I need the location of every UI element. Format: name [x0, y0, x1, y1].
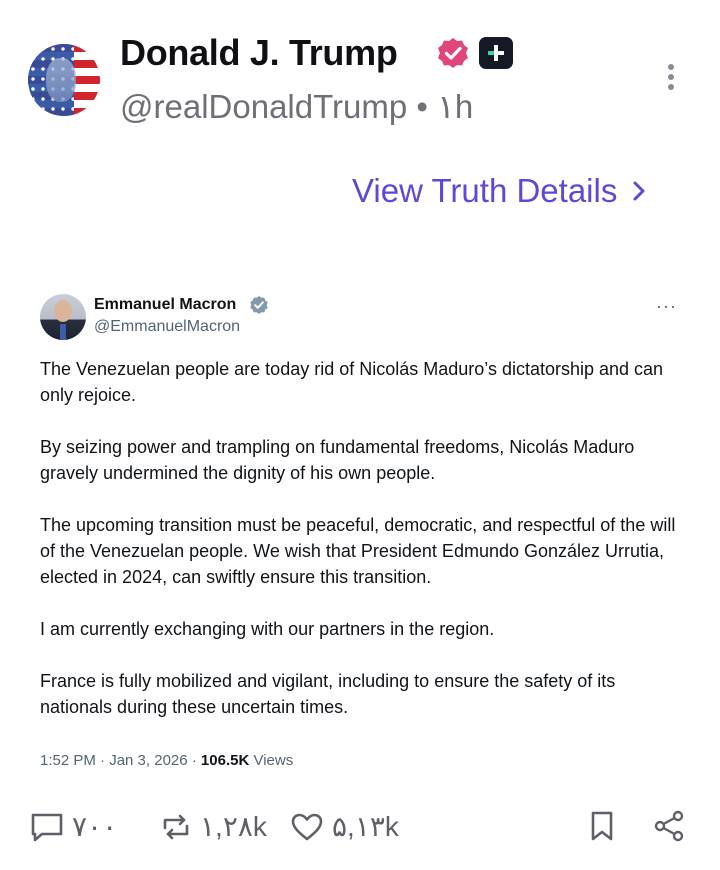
tweet-paragraph: The Venezuelan people are today rid of N… — [40, 359, 664, 405]
more-vertical-icon[interactable] — [664, 64, 678, 98]
post-time: ۱h — [437, 88, 474, 125]
author-handle[interactable]: @realDonaldTrump — [120, 88, 407, 125]
tweet-timestamp: 1:52 PM · Jan 3, 2026 · — [40, 752, 201, 769]
retruth-count: ۱,۲۸k — [200, 811, 267, 842]
separator-dot: • — [416, 88, 428, 125]
retruth-button[interactable]: ۱,۲۸k — [160, 810, 267, 843]
plus-icon — [479, 37, 513, 69]
tweet-body: The Venezuelan people are today rid of N… — [40, 356, 690, 746]
reply-icon — [31, 813, 63, 841]
tweet-avatar — [40, 294, 86, 340]
reply-count: ۷۰۰ — [72, 811, 118, 842]
like-button[interactable]: ۵,۱۳k — [290, 810, 399, 843]
retruth-icon — [163, 814, 189, 839]
tweet-views-count: 106.5K — [200, 752, 250, 769]
view-truth-details-link[interactable]: View Truth Details — [352, 172, 647, 210]
verified-badge-icon — [438, 38, 468, 68]
tweet-views-label: Views — [249, 752, 294, 769]
chevron-right-icon — [633, 181, 645, 201]
action-bar: ۷۰۰ ۱,۲۸k ۵,۱۳k — [0, 800, 720, 856]
bookmark-icon — [591, 811, 613, 841]
tweet-paragraph: I am currently exchanging with our partn… — [40, 619, 495, 639]
tweet-author-handle: @EmmanuelMacron — [94, 318, 241, 335]
bookmark-button[interactable] — [588, 810, 624, 842]
tweet-paragraph: By seizing power and trampling on fundam… — [40, 437, 635, 483]
tweet-paragraph: The upcoming transition must be peaceful… — [40, 515, 676, 587]
avatar[interactable] — [28, 44, 100, 116]
author-name[interactable]: Donald J. Trump — [120, 32, 398, 74]
like-icon — [291, 813, 323, 840]
view-truth-details-label: View Truth Details — [352, 172, 618, 209]
tweet-author-name: Emmanuel Macron — [94, 296, 237, 313]
more-horizontal-icon: ··· — [656, 296, 677, 316]
tweet-meta: 1:52 PM · Jan 3, 2026 · 106.5K Views — [40, 752, 293, 769]
like-count: ۵,۱۳k — [332, 811, 399, 842]
share-button[interactable] — [652, 810, 694, 842]
author-handle-line: @realDonaldTrump • ۱h — [120, 87, 473, 126]
reply-button[interactable]: ۷۰۰ — [30, 810, 117, 843]
post-header: Donald J. Trump @realDonaldTrump • ۱h — [0, 0, 720, 150]
verified-badge-icon — [250, 296, 268, 314]
share-icon — [654, 810, 684, 842]
tweet-paragraph: France is fully mobilized and vigilant, … — [40, 671, 616, 717]
